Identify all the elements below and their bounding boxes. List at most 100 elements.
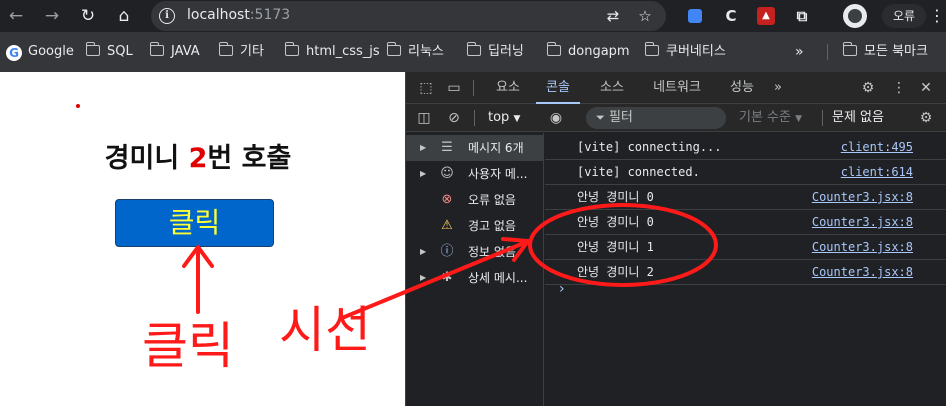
issues-counter[interactable]: 문제 없음 bbox=[832, 107, 884, 129]
console-source-link[interactable]: Counter3.jsx:8 bbox=[812, 235, 913, 259]
page-title: 경미니 2번 호출 bbox=[0, 136, 396, 175]
tab-network[interactable]: 네트워크 bbox=[646, 72, 708, 104]
sidebar-item-info[interactable]: ▶ ⓘ 정보 없음 bbox=[406, 239, 543, 265]
log-levels-dropdown[interactable]: 기본 수준 ▼ bbox=[731, 107, 817, 129]
home-button[interactable]: ⌂ bbox=[112, 4, 136, 28]
tab-divider bbox=[473, 80, 474, 96]
bookmark-google[interactable]: G Google bbox=[6, 42, 74, 62]
live-expression-eye-icon[interactable]: ◉ bbox=[547, 109, 565, 127]
google-icon: G bbox=[6, 45, 22, 61]
sidebar-item-label: 메시지 6개 bbox=[468, 141, 524, 155]
call-count: 2 bbox=[188, 143, 208, 174]
console-source-link[interactable]: Counter3.jsx:8 bbox=[812, 210, 913, 234]
user-icon: ☺ bbox=[440, 166, 454, 181]
bookmark-html-css-js[interactable]: html_css_js bbox=[284, 42, 380, 62]
console-toolbar: ◫ ⊘ top ▼ ◉ ⏷ 필터 기본 수준 ▼ 문제 없음 ⚙ bbox=[406, 104, 946, 132]
folder-icon bbox=[284, 42, 299, 56]
sidebar-item-user-messages[interactable]: ▶ ☺ 사용자 메... bbox=[406, 161, 543, 187]
toolbar-divider bbox=[474, 110, 475, 126]
extension-icon-3[interactable]: ▲ bbox=[757, 7, 775, 25]
console-source-link[interactable]: Counter3.jsx:8 bbox=[812, 185, 913, 209]
bookmark-linux[interactable]: 리눅스 bbox=[386, 42, 444, 62]
toggle-sidebar-icon[interactable]: ◫ bbox=[415, 109, 433, 127]
console-source-link[interactable]: Counter3.jsx:8 bbox=[812, 260, 913, 284]
bookmark-etc[interactable]: 기타 bbox=[218, 42, 264, 62]
settings-gear-icon[interactable]: ⚙ bbox=[859, 79, 877, 97]
bookmarks-overflow-button[interactable]: » bbox=[795, 42, 804, 62]
inspect-element-icon[interactable]: ⬚ bbox=[417, 79, 435, 97]
url-text: localhost:5173 bbox=[187, 7, 290, 23]
site-info-icon[interactable]: i bbox=[159, 8, 175, 24]
expand-caret-icon: ▶ bbox=[420, 169, 427, 178]
context-value: top bbox=[488, 110, 510, 125]
sidebar-item-warnings[interactable]: ⚠ 경고 없음 bbox=[406, 213, 543, 239]
bookmark-sql[interactable]: SQL bbox=[85, 42, 133, 62]
bookmark-all-bookmarks[interactable]: 모든 북마크 bbox=[842, 42, 928, 62]
arrow-right-icon: → bbox=[44, 6, 60, 26]
device-toolbar-icon[interactable]: ▭ bbox=[445, 79, 463, 97]
bookmark-label: SQL bbox=[107, 44, 133, 59]
console-source-link[interactable]: client:614 bbox=[841, 160, 913, 184]
red-dot-marker bbox=[76, 104, 80, 108]
bookmark-java[interactable]: JAVA bbox=[149, 42, 200, 62]
back-button[interactable]: ← bbox=[4, 4, 28, 28]
console-message: [vite] connecting... bbox=[577, 140, 722, 154]
title-suffix: 번 호출 bbox=[207, 143, 292, 174]
url-host: localhost bbox=[187, 7, 250, 23]
console-message: 안녕 경미니 1 bbox=[577, 240, 654, 254]
extensions-puzzle-icon[interactable]: ⧉ bbox=[793, 7, 811, 25]
chevron-down-icon: ▼ bbox=[513, 114, 521, 124]
bookmark-deeplearning[interactable]: 딥러닝 bbox=[466, 42, 524, 62]
filter-input[interactable]: ⏷ 필터 bbox=[586, 107, 726, 129]
click-button[interactable]: 클릭 bbox=[115, 199, 274, 247]
bookmark-dongapm[interactable]: dongapm bbox=[546, 42, 630, 62]
profile-error-chip[interactable]: 오류 bbox=[882, 4, 926, 28]
arrow-left-icon: ← bbox=[8, 6, 24, 26]
expand-caret-icon: ▶ bbox=[420, 273, 427, 282]
clear-console-icon[interactable]: ⊘ bbox=[445, 109, 463, 127]
console-row: 안녕 경미니 2 Counter3.jsx:8 bbox=[545, 260, 946, 285]
console-source-link[interactable]: client:495 bbox=[841, 135, 913, 159]
bookmark-kubernetes[interactable]: 쿠버네티스 bbox=[644, 42, 726, 62]
devtools-menu-icon[interactable]: ⋮ bbox=[890, 79, 908, 97]
folder-icon bbox=[149, 42, 164, 56]
address-bar[interactable]: i localhost:5173 ⇄ ☆ bbox=[151, 1, 666, 31]
info-icon: ⓘ bbox=[440, 244, 454, 259]
kebab-menu-icon[interactable]: ⋮ bbox=[929, 6, 945, 26]
tab-performance[interactable]: 성능 bbox=[720, 72, 764, 104]
more-tabs-button[interactable]: » bbox=[766, 72, 790, 104]
bookmark-label: 리눅스 bbox=[408, 44, 444, 59]
sidebar-item-messages[interactable]: ▶ ☰ 메시지 6개 bbox=[406, 135, 543, 161]
folder-icon bbox=[842, 42, 857, 56]
tab-sources[interactable]: 소스 bbox=[590, 72, 634, 104]
console-settings-gear-icon[interactable]: ⚙ bbox=[917, 109, 935, 127]
console-row: 안녕 경미니 0 Counter3.jsx:8 bbox=[545, 185, 946, 210]
extension-icon-1[interactable] bbox=[688, 9, 702, 23]
sidebar-item-verbose[interactable]: ▶ ✱ 상세 메시... bbox=[406, 265, 543, 291]
forward-button[interactable]: → bbox=[40, 4, 64, 28]
bookmark-label: 쿠버네티스 bbox=[666, 44, 726, 59]
bookmarks-bar: G Google SQL JAVA 기타 html_css_js 리눅스 딥러닝 … bbox=[0, 32, 946, 72]
tab-elements[interactable]: 요소 bbox=[486, 72, 530, 104]
close-devtools-icon[interactable]: ✕ bbox=[917, 79, 935, 97]
reload-button[interactable]: ↻ bbox=[76, 4, 100, 28]
title-prefix: 경미니 bbox=[104, 143, 189, 174]
reload-icon: ↻ bbox=[80, 6, 96, 26]
sidebar-item-errors[interactable]: ⊗ 오류 없음 bbox=[406, 187, 543, 213]
folder-icon bbox=[644, 42, 659, 56]
bookmark-label: Google bbox=[28, 44, 74, 59]
devtools-panel: ⬚ ▭ 요소 콘솔 소스 네트워크 성능 » ⚙ ⋮ ✕ ◫ ⊘ top ▼ ◉… bbox=[405, 72, 946, 406]
bookmark-star-icon[interactable]: ☆ bbox=[635, 6, 655, 26]
profile-avatar[interactable] bbox=[843, 4, 867, 28]
tab-console[interactable]: 콘솔 bbox=[536, 72, 580, 104]
console-output[interactable]: [vite] connecting... client:495 [vite] c… bbox=[545, 133, 946, 406]
translate-icon[interactable]: ⇄ bbox=[603, 6, 623, 26]
sidebar-item-label: 정보 없음 bbox=[468, 245, 516, 259]
context-select[interactable]: top ▼ bbox=[488, 108, 520, 128]
extension-icon-2[interactable]: C bbox=[722, 7, 740, 25]
list-icon: ☰ bbox=[441, 140, 453, 155]
filter-funnel-icon: ⏷ bbox=[596, 111, 605, 124]
folder-icon bbox=[218, 42, 233, 56]
console-prompt-icon[interactable]: › bbox=[559, 281, 565, 297]
console-row: [vite] connected. client:614 bbox=[545, 160, 946, 185]
